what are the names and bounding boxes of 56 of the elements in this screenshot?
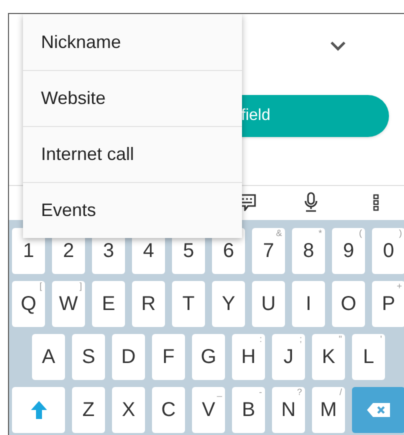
keyboard-key[interactable]: L '	[352, 334, 385, 380]
key-hint: (	[359, 229, 362, 238]
keyboard-key[interactable]: M /	[312, 387, 345, 433]
key-hint: :	[259, 335, 262, 344]
keyboard-key[interactable]: A	[32, 334, 65, 380]
key-hint: -	[259, 388, 262, 397]
keyboard-key[interactable]: V _	[192, 387, 225, 433]
keyboard-key[interactable]: G	[192, 334, 225, 380]
keyboard-key[interactable]: Z	[72, 387, 105, 433]
key-hint: '	[380, 335, 382, 344]
keyboard-key[interactable]: C	[152, 387, 185, 433]
backspace-key[interactable]	[352, 387, 404, 433]
key-hint: ]	[79, 282, 82, 291]
key-hint: &	[276, 229, 282, 238]
menu-item[interactable]: Website	[23, 70, 242, 126]
keyboard-key[interactable]: O	[332, 281, 365, 327]
keyboard-key[interactable]: T	[172, 281, 205, 327]
key-hint: )	[399, 229, 402, 238]
keyboard-key[interactable]: W ]	[52, 281, 85, 327]
keyboard-key[interactable]: D	[112, 334, 145, 380]
key-hint: ;	[299, 335, 302, 344]
key-hint: ?	[296, 388, 302, 397]
keyboard-key[interactable]: B -	[232, 387, 265, 433]
keyboard-key[interactable]: N ?	[272, 387, 305, 433]
key-hint: _	[216, 388, 222, 397]
keyboard-key[interactable]: 7 &	[252, 228, 285, 274]
keyboard-key[interactable]: Q [	[12, 281, 45, 327]
keyboard-key[interactable]: P +	[372, 281, 404, 327]
keyboard-key[interactable]: S	[72, 334, 105, 380]
keyboard-key[interactable]: U	[252, 281, 285, 327]
key-hint: +	[396, 282, 402, 291]
keyboard-key[interactable]: J ;	[272, 334, 305, 380]
keyboard-key[interactable]: I	[292, 281, 325, 327]
keyboard-key[interactable]: 0 )	[372, 228, 404, 274]
keyboard-key[interactable]: K "	[312, 334, 345, 380]
keyboard-key[interactable]: F	[152, 334, 185, 380]
shift-icon	[30, 400, 48, 420]
menu-item[interactable]: Internet call	[23, 126, 242, 182]
microphone-icon[interactable]	[304, 192, 318, 212]
chevron-down-icon[interactable]	[330, 41, 346, 51]
key-hint: *	[318, 229, 322, 238]
backspace-icon	[366, 402, 392, 418]
shift-key[interactable]	[12, 387, 65, 433]
keyboard-key[interactable]: X	[112, 387, 145, 433]
keyboard-key[interactable]: 9 (	[332, 228, 365, 274]
key-hint: "	[338, 335, 342, 344]
keyboard-key[interactable]: 8 *	[292, 228, 325, 274]
key-hint: [	[39, 282, 42, 291]
menu-item[interactable]: Nickname	[23, 14, 242, 70]
keyboard-key[interactable]: H :	[232, 334, 265, 380]
key-hint: /	[339, 388, 342, 397]
keyboard-key[interactable]: Y	[212, 281, 245, 327]
keyboard-key[interactable]: R	[132, 281, 165, 327]
menu-item[interactable]: Events	[23, 182, 242, 238]
keyboard-key[interactable]: E	[92, 281, 125, 327]
more-icon[interactable]	[373, 194, 379, 211]
